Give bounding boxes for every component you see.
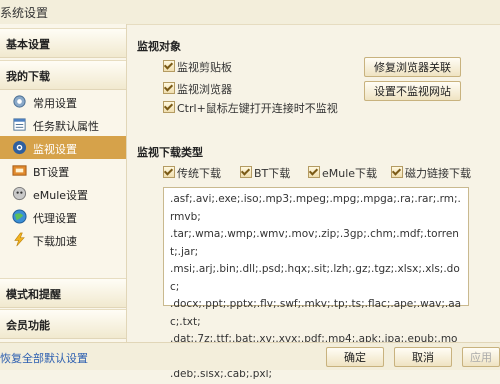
sidebar-item-label: eMule设置 — [33, 189, 89, 202]
repair-browser-button[interactable]: 修复浏览器关联 — [364, 57, 461, 77]
emule-icon — [12, 186, 27, 201]
properties-icon — [13, 118, 26, 131]
checkbox-label: eMule下载 — [322, 167, 378, 180]
sidebar-item-label: 常用设置 — [33, 97, 77, 110]
sidebar-section-membership[interactable]: 会员功能 — [0, 309, 126, 339]
sidebar-item-bt[interactable]: BT设置 — [0, 159, 126, 182]
sidebar-section-label: 模式和提醒 — [6, 288, 61, 301]
sidebar-section-label: 基本设置 — [6, 38, 50, 51]
checkbox-monitor-browser[interactable] — [163, 82, 175, 94]
sidebar-item-label: BT设置 — [33, 166, 70, 179]
sidebar-item-label: 代理设置 — [33, 212, 77, 225]
bt-icon — [12, 165, 27, 176]
sidebar-item-emule[interactable]: eMule设置 — [0, 182, 126, 205]
sidebar-item-label: 任务默认属性 — [33, 120, 99, 133]
monitor-object-heading: 监视对象 — [137, 40, 181, 53]
sidebar: 基本设置 我的下载 常用设置 任务默认属性 监视设置 BT设置 eMule设置 … — [0, 24, 127, 342]
sidebar-item-monitor[interactable]: 监视设置 — [0, 136, 126, 159]
lightning-icon — [14, 232, 25, 247]
globe-icon — [12, 209, 27, 224]
extensions-textarea[interactable]: .asf;.avi;.exe;.iso;.mp3;.mpeg;.mpg;.mpg… — [163, 187, 469, 380]
sidebar-item-common[interactable]: 常用设置 — [0, 90, 126, 113]
sidebar-section-mode-reminder[interactable]: 模式和提醒 — [0, 278, 126, 308]
monitor-eye-icon — [12, 140, 27, 155]
checkbox-ctrl-click[interactable] — [163, 101, 175, 113]
checkbox-label: 磁力链接下载 — [405, 167, 471, 180]
sidebar-item-accelerate[interactable]: 下载加速 — [0, 228, 126, 251]
gear-icon — [13, 95, 26, 108]
checkbox-label: BT下载 — [254, 167, 291, 180]
sidebar-item-label: 下载加速 — [33, 235, 77, 248]
sidebar-section-label: 我的下载 — [6, 70, 50, 83]
sidebar-item-label: 监视设置 — [33, 143, 77, 156]
apply-button[interactable]: 应用 — [462, 347, 500, 367]
checkbox-emule-download[interactable] — [308, 166, 320, 178]
checkbox-label: 监视剪贴板 — [177, 61, 232, 74]
set-unmonitored-sites-button[interactable]: 设置不监视网站 — [364, 81, 461, 101]
footer-bar: 恢复全部默认设置 确定 取消 应用 — [0, 342, 500, 370]
checkbox-magnet-download[interactable] — [391, 166, 403, 178]
checkbox-label: 监视浏览器 — [177, 83, 232, 96]
sidebar-item-task-defaults[interactable]: 任务默认属性 — [0, 113, 126, 136]
checkbox-monitor-clipboard[interactable] — [163, 60, 175, 72]
sidebar-section-basic[interactable]: 基本设置 — [0, 28, 126, 58]
sidebar-item-proxy[interactable]: 代理设置 — [0, 205, 126, 228]
window-title: 系统设置 — [0, 6, 49, 20]
monitor-types-heading: 监视下载类型 — [137, 146, 203, 159]
ok-button[interactable]: 确定 — [326, 347, 384, 367]
checkbox-bt-download[interactable] — [240, 166, 252, 178]
checkbox-traditional-download[interactable] — [163, 166, 175, 178]
sidebar-section-my-downloads[interactable]: 我的下载 — [0, 60, 126, 90]
title-bar: 系统设置 — [0, 0, 500, 25]
checkbox-label: 传统下载 — [177, 167, 221, 180]
sidebar-section-label: 会员功能 — [6, 319, 50, 332]
settings-panel: 监视对象 监视剪贴板 监视浏览器 Ctrl+鼠标左键打开连接时不监视 修复浏览器… — [127, 24, 500, 380]
restore-defaults-link[interactable]: 恢复全部默认设置 — [0, 350, 88, 366]
cancel-button[interactable]: 取消 — [394, 347, 452, 367]
checkbox-label: Ctrl+鼠标左键打开连接时不监视 — [177, 102, 338, 115]
